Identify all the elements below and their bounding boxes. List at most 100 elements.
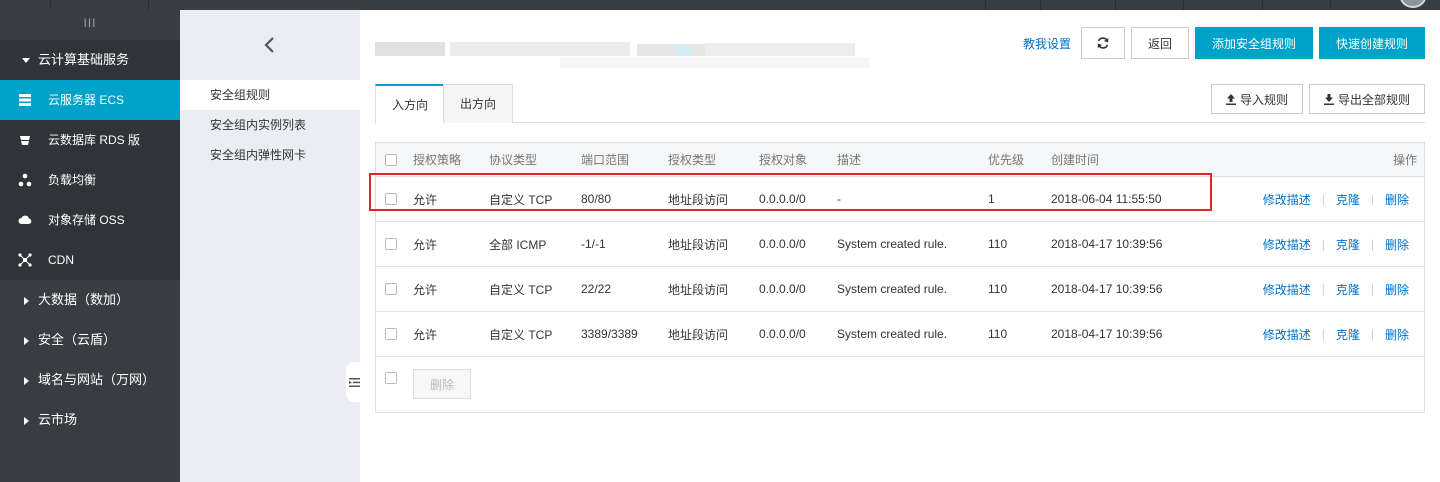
sidebar-item-cdn[interactable]: CDN xyxy=(0,240,180,280)
sidebar-category-market[interactable]: 云市场 xyxy=(0,400,180,440)
edit-description-link[interactable]: 修改描述 xyxy=(1263,326,1311,343)
sidebar-category-bigdata[interactable]: 大数据（数加） xyxy=(0,280,180,320)
tab-outbound[interactable]: 出方向 xyxy=(443,84,514,123)
subnav-item-instances[interactable]: 安全组内实例列表 xyxy=(180,110,360,140)
collapse-menu-icon xyxy=(348,377,360,387)
sidebar-item-slb[interactable]: 负载均衡 xyxy=(0,160,180,200)
chevron-down-icon xyxy=(22,58,30,64)
user-avatar[interactable] xyxy=(1400,0,1426,8)
sidebar-category-label: 云市场 xyxy=(38,412,78,427)
column-header: 授权类型 xyxy=(668,153,717,167)
action-separator: | xyxy=(1370,327,1374,341)
row-checkbox[interactable] xyxy=(385,238,397,250)
bulk-delete-button[interactable]: 删除 xyxy=(413,369,471,399)
sidebar-item-rds[interactable]: 云数据库 RDS 版 xyxy=(0,120,180,160)
edit-description-link[interactable]: 修改描述 xyxy=(1263,281,1311,298)
sidebar-item-label: 云服务器 ECS xyxy=(48,93,125,107)
cell-description: System created rule. xyxy=(837,237,948,251)
sidebar-item-ecs[interactable]: 云服务器 ECS xyxy=(0,80,180,120)
cell-target: 0.0.0.0/0 xyxy=(759,327,806,341)
clone-link[interactable]: 克隆 xyxy=(1336,236,1360,253)
select-all-checkbox[interactable] xyxy=(385,153,397,166)
sidebar-category-label: 域名与网站（万网） xyxy=(38,372,156,387)
column-header: 协议类型 xyxy=(489,153,538,167)
clone-link[interactable]: 克隆 xyxy=(1336,326,1360,343)
row-actions: 修改描述 | 克隆 | 删除 xyxy=(1263,222,1409,266)
delete-link[interactable]: 删除 xyxy=(1385,236,1409,253)
column-header: 操作 xyxy=(1392,153,1417,167)
cell-priority: 110 xyxy=(988,327,1008,341)
database-icon xyxy=(18,133,32,147)
chevron-right-icon xyxy=(24,376,29,385)
sidebar-toggle-button[interactable]: III xyxy=(0,10,180,40)
add-rule-button[interactable]: 添加安全组规则 xyxy=(1194,27,1313,59)
quick-create-button[interactable]: 快速创建规则 xyxy=(1318,27,1425,59)
subnav-item-eni[interactable]: 安全组内弹性网卡 xyxy=(180,140,360,170)
sidebar-item-label: 负载均衡 xyxy=(48,173,97,187)
edit-description-link[interactable]: 修改描述 xyxy=(1263,236,1311,253)
delete-link[interactable]: 删除 xyxy=(1385,326,1409,343)
cell-protocol: 全部 ICMP xyxy=(489,237,547,252)
sidebar-category-domain[interactable]: 域名与网站（万网） xyxy=(0,360,180,400)
footer-select-all-checkbox[interactable] xyxy=(385,372,397,384)
column-header: 描述 xyxy=(837,153,862,167)
clone-link[interactable]: 克隆 xyxy=(1336,191,1360,208)
export-rules-button[interactable]: 导出全部规则 xyxy=(1308,84,1425,114)
cell-created: 2018-04-17 10:39:56 xyxy=(1051,282,1163,296)
action-separator: | xyxy=(1321,282,1325,296)
cell-auth-type: 地址段访问 xyxy=(668,237,729,252)
column-header: 授权策略 xyxy=(413,153,462,167)
clone-link[interactable]: 克隆 xyxy=(1336,281,1360,298)
main-sidebar: III 云计算基础服务 云服务器 ECS 云数据库 RDS 版 负载均衡 对象存… xyxy=(0,10,180,482)
tab-toolbar: 导入规则 导出全部规则 xyxy=(1210,84,1425,114)
cell-created: 2018-04-17 10:39:56 xyxy=(1051,327,1163,341)
server-icon xyxy=(18,93,32,107)
delete-link[interactable]: 删除 xyxy=(1385,281,1409,298)
subnav-item-rules[interactable]: 安全组规则 xyxy=(180,80,360,110)
cell-target: 0.0.0.0/0 xyxy=(759,282,806,296)
cell-created: 2018-04-17 10:39:56 xyxy=(1051,237,1163,251)
cell-priority: 1 xyxy=(988,192,995,206)
cell-priority: 110 xyxy=(988,282,1008,296)
row-checkbox[interactable] xyxy=(385,283,397,295)
export-rules-label: 导出全部规则 xyxy=(1337,92,1410,107)
navbar-divider xyxy=(1115,0,1116,10)
tab-inbound[interactable]: 入方向 xyxy=(375,84,446,124)
top-navbar xyxy=(0,0,1440,10)
cell-policy: 允许 xyxy=(413,237,438,252)
row-actions: 修改描述 | 克隆 | 删除 xyxy=(1263,267,1409,311)
help-link[interactable]: 教我设置 xyxy=(1023,35,1071,52)
action-separator: | xyxy=(1321,237,1325,251)
direction-tabs: 入方向 出方向 导入规则 导出全部规则 xyxy=(375,74,1425,124)
chevron-right-icon xyxy=(24,336,29,345)
cell-policy: 允许 xyxy=(413,282,438,297)
import-rules-button[interactable]: 导入规则 xyxy=(1210,84,1303,114)
sidebar-group-compute[interactable]: 云计算基础服务 xyxy=(0,40,180,80)
row-actions: 修改描述 | 克隆 | 删除 xyxy=(1263,177,1409,221)
navbar-divider xyxy=(1330,0,1331,10)
table-row: 允许 自定义 TCP 80/80 地址段访问 0.0.0.0/0 - 1 201… xyxy=(376,177,1424,222)
cell-port: -1/-1 xyxy=(581,237,606,251)
upload-icon xyxy=(1225,93,1236,105)
load-balancer-icon xyxy=(18,173,32,187)
sidebar-category-security[interactable]: 安全（云盾） xyxy=(0,320,180,360)
back-arrow-button[interactable] xyxy=(180,10,360,80)
refresh-button[interactable] xyxy=(1080,27,1125,59)
sidebar-item-oss[interactable]: 对象存储 OSS xyxy=(0,200,180,240)
sidebar-item-label: 对象存储 OSS xyxy=(48,213,125,227)
download-icon xyxy=(1323,93,1334,105)
delete-link[interactable]: 删除 xyxy=(1385,191,1409,208)
edit-description-link[interactable]: 修改描述 xyxy=(1263,191,1311,208)
cell-created: 2018-06-04 11:55:50 xyxy=(1051,192,1162,206)
row-checkbox[interactable] xyxy=(385,328,397,340)
column-header: 优先级 xyxy=(988,153,1025,167)
row-checkbox[interactable] xyxy=(385,193,397,205)
back-button[interactable]: 返回 xyxy=(1130,27,1189,59)
secondary-sidebar: 安全组规则 安全组内实例列表 安全组内弹性网卡 xyxy=(180,10,360,482)
row-actions: 修改描述 | 克隆 | 删除 xyxy=(1263,312,1409,356)
cell-description: - xyxy=(837,192,841,206)
main-content: 教我设置 返回 添加安全组规则 快速创建规则 入方向 出方向 导入规则 导出全部… xyxy=(360,10,1440,482)
chevron-left-icon xyxy=(264,37,274,53)
cell-description: System created rule. xyxy=(837,327,948,341)
action-separator: | xyxy=(1370,282,1374,296)
